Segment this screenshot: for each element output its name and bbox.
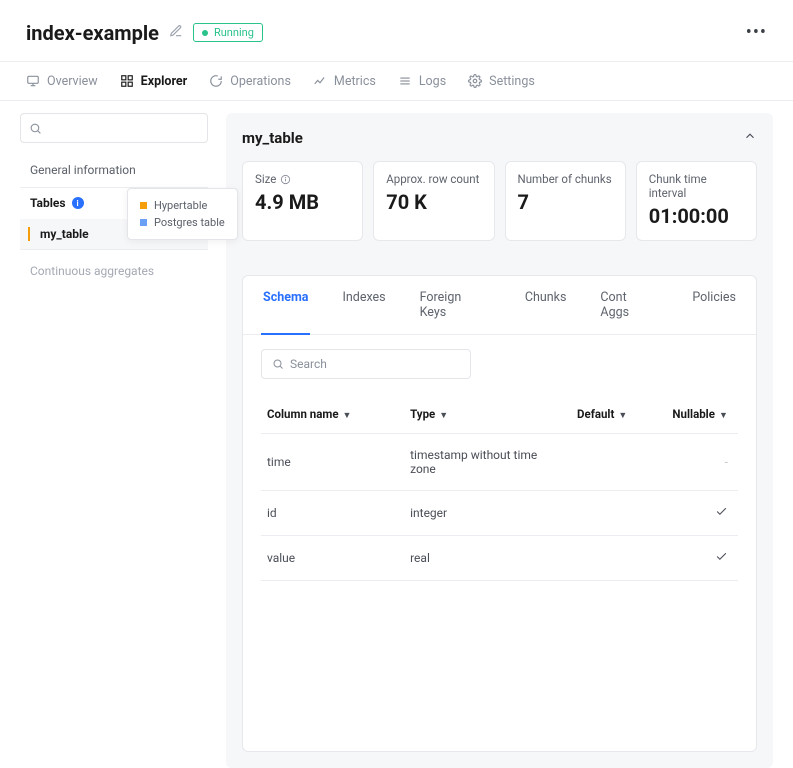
sidebar-general-info[interactable]: General information (20, 157, 208, 187)
panel-tab-policies[interactable]: Policies (690, 276, 738, 334)
header-left: index-example Running (26, 21, 263, 45)
cell-type: real (404, 536, 571, 581)
cell-default (571, 491, 666, 536)
stat-interval: Chunk time interval 01:00:00 (636, 161, 757, 241)
search-icon (272, 358, 284, 370)
table-type-legend: Hypertable Postgres table (127, 188, 238, 240)
content-panel: my_table Size 4.9 MB Approx. row count 7… (226, 113, 773, 768)
cell-name: id (261, 491, 404, 536)
page-title: index-example (26, 21, 159, 45)
search-icon (29, 122, 42, 135)
schema-panel: Schema Indexes Foreign Keys Chunks Cont … (242, 275, 757, 752)
stat-size: Size 4.9 MB (242, 161, 363, 241)
status-badge: Running (193, 23, 263, 42)
tab-settings[interactable]: Settings (468, 62, 535, 100)
panel-tab-cont-aggs[interactable]: Cont Aggs (598, 276, 660, 334)
panel-tab-chunks[interactable]: Chunks (523, 276, 569, 334)
col-header-type[interactable]: Type▼ (404, 397, 571, 434)
col-header-default[interactable]: Default▼ (571, 397, 666, 434)
page-header: index-example Running ••• (0, 0, 793, 61)
schema-table: Column name▼ Type▼ Default▼ Nullable▼ ti… (261, 397, 738, 581)
postgres-color-icon (140, 219, 147, 226)
sidebar-continuous-aggregates[interactable]: Continuous aggregates (20, 249, 208, 292)
cell-nullable: - (666, 434, 738, 491)
more-menu-icon[interactable]: ••• (746, 18, 767, 47)
stats-row: Size 4.9 MB Approx. row count 70 K Numbe… (242, 161, 757, 241)
cell-name: value (261, 536, 404, 581)
panel-tab-foreign-keys[interactable]: Foreign Keys (418, 276, 493, 334)
cell-default (571, 434, 666, 491)
stat-row-count: Approx. row count 70 K (373, 161, 494, 241)
cell-type: integer (404, 491, 571, 536)
tab-explorer[interactable]: Explorer (120, 62, 188, 100)
tab-metrics[interactable]: Metrics (313, 62, 376, 100)
legend-postgres: Postgres table (140, 214, 225, 231)
cell-name: time (261, 434, 404, 491)
table-row: time timestamp without time zone - (261, 434, 738, 491)
col-header-name[interactable]: Column name▼ (261, 397, 404, 434)
table-row: id integer (261, 491, 738, 536)
status-dot-icon (202, 30, 208, 36)
panel-tab-indexes[interactable]: Indexes (340, 276, 387, 334)
tab-overview[interactable]: Overview (26, 62, 98, 100)
col-header-nullable[interactable]: Nullable▼ (666, 397, 738, 434)
panel-tab-schema[interactable]: Schema (261, 276, 310, 334)
legend-hypertable: Hypertable (140, 197, 225, 214)
check-icon (715, 552, 728, 566)
check-icon (715, 507, 728, 521)
tab-logs[interactable]: Logs (398, 62, 446, 100)
collapse-icon[interactable] (743, 129, 757, 147)
table-title: my_table (242, 129, 303, 147)
sidebar-search[interactable] (20, 113, 208, 143)
cell-nullable (666, 536, 738, 581)
schema-search[interactable]: Search (261, 349, 471, 379)
status-text: Running (214, 26, 254, 39)
hypertable-color-icon (140, 202, 147, 209)
cell-nullable (666, 491, 738, 536)
stat-chunks: Number of chunks 7 (505, 161, 626, 241)
nav-tabs: Overview Explorer Operations Metrics Log… (0, 61, 793, 101)
info-icon[interactable] (280, 174, 291, 185)
sidebar: General information Tables i Hypertable … (20, 113, 208, 768)
cell-default (571, 536, 666, 581)
table-row: value real (261, 536, 738, 581)
cell-type: timestamp without time zone (404, 434, 571, 491)
info-icon[interactable]: i (72, 197, 84, 209)
tab-operations[interactable]: Operations (209, 62, 291, 100)
edit-icon[interactable] (169, 24, 183, 42)
sidebar-tables-header[interactable]: Tables i Hypertable Postgres table (20, 187, 208, 219)
panel-tabs: Schema Indexes Foreign Keys Chunks Cont … (243, 276, 756, 335)
